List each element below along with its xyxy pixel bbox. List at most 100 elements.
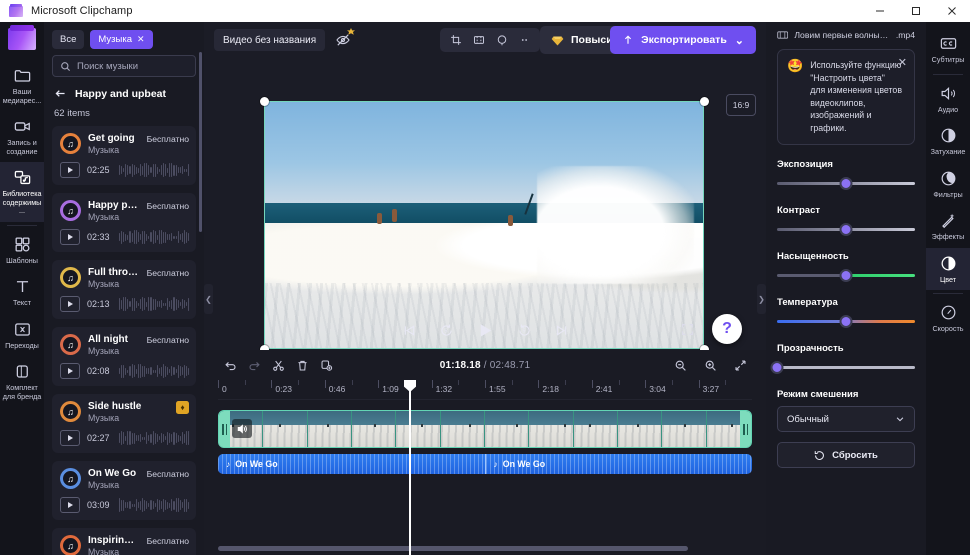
list-item[interactable]: ♫ Full throttle Музыка Бесплатно 02:13 bbox=[52, 260, 196, 319]
sidebar-item-color[interactable]: Цвет bbox=[926, 247, 970, 290]
redo-icon[interactable] bbox=[242, 354, 266, 376]
delete-icon[interactable] bbox=[290, 354, 314, 376]
search-placeholder: Поиск музыки bbox=[77, 60, 138, 72]
audio-track[interactable]: ♪ On We Go ♪ On We Go bbox=[218, 454, 752, 474]
close-button[interactable] bbox=[934, 0, 970, 22]
svg-text:5: 5 bbox=[522, 328, 525, 334]
fullscreen-icon[interactable] bbox=[681, 323, 694, 339]
search-input[interactable]: Поиск музыки bbox=[52, 55, 196, 77]
blend-mode-select[interactable]: Обычный bbox=[777, 406, 915, 432]
slider-knob[interactable] bbox=[839, 269, 853, 282]
slider-2[interactable] bbox=[777, 223, 915, 237]
trim-left-handle[interactable] bbox=[219, 411, 230, 447]
chevron-down-icon bbox=[896, 417, 904, 422]
timeline-ruler[interactable]: 0 0:23 0:46 1:09 1:32 1:55 2:18 2:41 3:04 3:27 bbox=[218, 380, 752, 400]
timeline-horizontal-scrollbar[interactable] bbox=[218, 546, 688, 551]
split-icon[interactable] bbox=[266, 354, 290, 376]
play-icon[interactable] bbox=[476, 321, 495, 340]
crop-handle-tl[interactable] bbox=[260, 97, 269, 106]
zoom-out-icon[interactable] bbox=[668, 354, 692, 376]
forward-5s-icon[interactable]: 5 bbox=[517, 323, 532, 338]
sidebar-item-record-create[interactable]: Запись и создание bbox=[0, 111, 44, 162]
chevron-down-icon[interactable]: ⌄ bbox=[735, 34, 744, 47]
crop-handle-tr[interactable] bbox=[700, 97, 709, 106]
sidebar-item-content-library[interactable]: Библиотека содержимы... bbox=[0, 162, 44, 222]
duplicate-icon[interactable] bbox=[314, 354, 338, 376]
fit-frame-icon[interactable] bbox=[468, 30, 489, 50]
slider-3[interactable] bbox=[777, 269, 915, 283]
track-artwork: ♫ bbox=[60, 267, 81, 288]
left-sidebar: Ваши медиарес... Запись и создание Библи… bbox=[0, 22, 44, 555]
sidebar-item-templates[interactable]: Шаблоны bbox=[0, 229, 44, 272]
track-type: Музыка bbox=[88, 212, 120, 222]
collapse-right-panel-button[interactable]: ❯ bbox=[757, 284, 766, 314]
sidebar-item-transitions[interactable]: Переходы bbox=[0, 314, 44, 357]
list-item[interactable]: ♫ On We Go Музыка Бесплатно 03:09 bbox=[52, 461, 196, 520]
fit-timeline-icon[interactable] bbox=[728, 354, 752, 376]
aspect-ratio-button[interactable]: 16:9 bbox=[726, 94, 756, 116]
audio-clip[interactable]: ♪ On We Go bbox=[218, 454, 485, 474]
list-item[interactable]: ♫ Happy placeМузыка Бесплатно 02:33 bbox=[52, 193, 196, 252]
playhead[interactable] bbox=[404, 380, 416, 555]
close-icon[interactable]: ✕ bbox=[898, 56, 907, 69]
back-arrow-icon[interactable] bbox=[54, 87, 67, 100]
chip-all[interactable]: Все bbox=[52, 30, 85, 49]
rewind-5s-icon[interactable]: 5 bbox=[439, 323, 454, 338]
play-icon[interactable] bbox=[60, 162, 80, 178]
rotate-icon[interactable] bbox=[491, 30, 512, 50]
track-name: Happy place bbox=[88, 200, 140, 211]
maximize-button[interactable] bbox=[898, 0, 934, 22]
list-item[interactable]: ♫ Side hustle Музыка ♦ 02:27 bbox=[52, 394, 196, 453]
slider-4[interactable] bbox=[777, 315, 915, 329]
video-clip[interactable] bbox=[218, 410, 752, 448]
chip-remove-icon[interactable]: ✕ bbox=[137, 34, 145, 45]
reset-button[interactable]: Сбросить bbox=[777, 442, 915, 468]
slider-knob[interactable] bbox=[770, 361, 784, 374]
sidebar-item-audio[interactable]: Аудио bbox=[926, 78, 970, 121]
export-button[interactable]: Экспортировать ⌄ bbox=[610, 26, 756, 54]
category-back-row[interactable]: Happy and upbeat bbox=[44, 77, 204, 104]
list-item[interactable]: ♫ All night Музыка Бесплатно 02:08 bbox=[52, 327, 196, 386]
video-title-input[interactable]: Видео без названия bbox=[214, 29, 326, 51]
audio-clip[interactable]: ♪ On We Go bbox=[484, 454, 752, 474]
chip-music[interactable]: Музыка ✕ bbox=[90, 30, 153, 49]
track-list[interactable]: ♫ Get going Музыка Бесплатно 02:25 ♫ Happy pla… bbox=[44, 126, 204, 555]
play-icon[interactable] bbox=[60, 497, 80, 513]
sidebar-item-fade[interactable]: Затухание bbox=[926, 120, 970, 163]
slider-knob[interactable] bbox=[839, 223, 853, 236]
skip-previous-icon[interactable] bbox=[402, 323, 417, 338]
skip-next-icon[interactable] bbox=[554, 323, 569, 338]
crop-icon[interactable] bbox=[445, 30, 466, 50]
ruler-minor-tick bbox=[298, 380, 300, 385]
trim-right-handle[interactable] bbox=[740, 411, 751, 447]
slider-1[interactable] bbox=[777, 177, 915, 191]
sidebar-item-filters[interactable]: Фильтры bbox=[926, 163, 970, 206]
play-icon[interactable] bbox=[60, 430, 80, 446]
sidebar-item-label: Субтитры bbox=[931, 55, 965, 64]
play-icon[interactable] bbox=[60, 296, 80, 312]
collapse-left-panel-button[interactable]: ❮ bbox=[204, 284, 213, 314]
slider-knob[interactable] bbox=[839, 177, 853, 190]
slider-label: Насыщенность bbox=[777, 251, 849, 262]
sidebar-item-effects[interactable]: Эффекты bbox=[926, 205, 970, 248]
sidebar-item-captions[interactable]: Субтитры bbox=[926, 28, 970, 71]
speaker-icon[interactable] bbox=[232, 419, 252, 438]
more-options-icon[interactable] bbox=[514, 30, 535, 50]
sidebar-item-brand-kit[interactable]: Комплект для бренда bbox=[0, 356, 44, 407]
slider-5[interactable] bbox=[770, 361, 915, 375]
sidebar-item-speed[interactable]: Скорость bbox=[926, 297, 970, 340]
slider-knob[interactable] bbox=[839, 315, 853, 328]
sidebar-item-text[interactable]: Текст bbox=[0, 271, 44, 314]
help-button[interactable]: ? bbox=[712, 314, 742, 344]
list-item[interactable]: ♫ Get going Музыка Бесплатно 02:25 bbox=[52, 126, 196, 185]
play-icon[interactable] bbox=[60, 229, 80, 245]
eye-off-icon[interactable] bbox=[335, 28, 356, 48]
minimize-button[interactable] bbox=[862, 0, 898, 22]
play-icon[interactable] bbox=[60, 363, 80, 379]
zoom-in-icon[interactable] bbox=[698, 354, 722, 376]
sidebar-item-media[interactable]: Ваши медиарес... bbox=[0, 60, 44, 111]
undo-icon[interactable] bbox=[218, 354, 242, 376]
music-scrollbar[interactable] bbox=[199, 52, 202, 232]
slider-track[interactable] bbox=[777, 366, 915, 369]
list-item[interactable]: ♫Inspiring Cou...МузыкаБесплатно02:20 bbox=[52, 528, 196, 555]
